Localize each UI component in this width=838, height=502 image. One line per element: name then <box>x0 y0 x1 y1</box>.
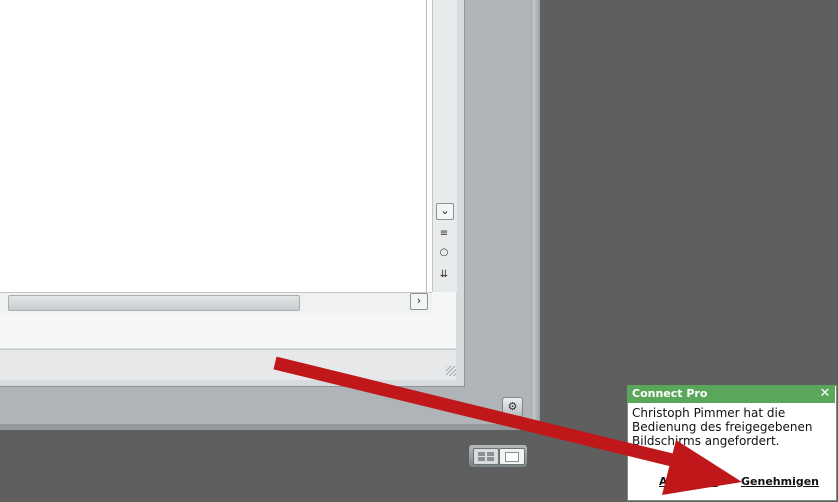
chevron-right-icon[interactable]: › <box>410 293 428 310</box>
layout-switcher <box>468 444 528 468</box>
horizontal-scrollbar-thumb[interactable] <box>8 295 300 311</box>
single-layout-icon[interactable] <box>499 448 525 465</box>
close-icon[interactable]: ✕ <box>817 385 833 402</box>
chevron-down-icon[interactable]: ⌄ <box>436 203 454 220</box>
divider <box>426 0 427 292</box>
panel-bottom-edge <box>0 424 540 430</box>
approve-button[interactable]: Genehmigen <box>741 475 819 488</box>
panel-edge <box>533 0 540 430</box>
reject-button[interactable]: Ablehnen <box>659 475 718 488</box>
grid-layout-icon[interactable] <box>473 448 499 465</box>
circle-icon[interactable]: ○ <box>438 247 450 258</box>
resize-grip-icon[interactable] <box>446 366 456 376</box>
notification-title: Connect Pro <box>632 387 708 400</box>
shared-screen-area[interactable] <box>0 0 433 292</box>
menu-lines-icon[interactable]: ≡ <box>438 228 450 239</box>
scroll-end-icon[interactable]: ⇊ <box>438 269 450 280</box>
gear-icon[interactable]: ⚙ <box>502 397 523 417</box>
pod-footer <box>0 349 456 380</box>
notification-message: Christoph Pimmer hat die Bedienung des f… <box>632 406 813 448</box>
